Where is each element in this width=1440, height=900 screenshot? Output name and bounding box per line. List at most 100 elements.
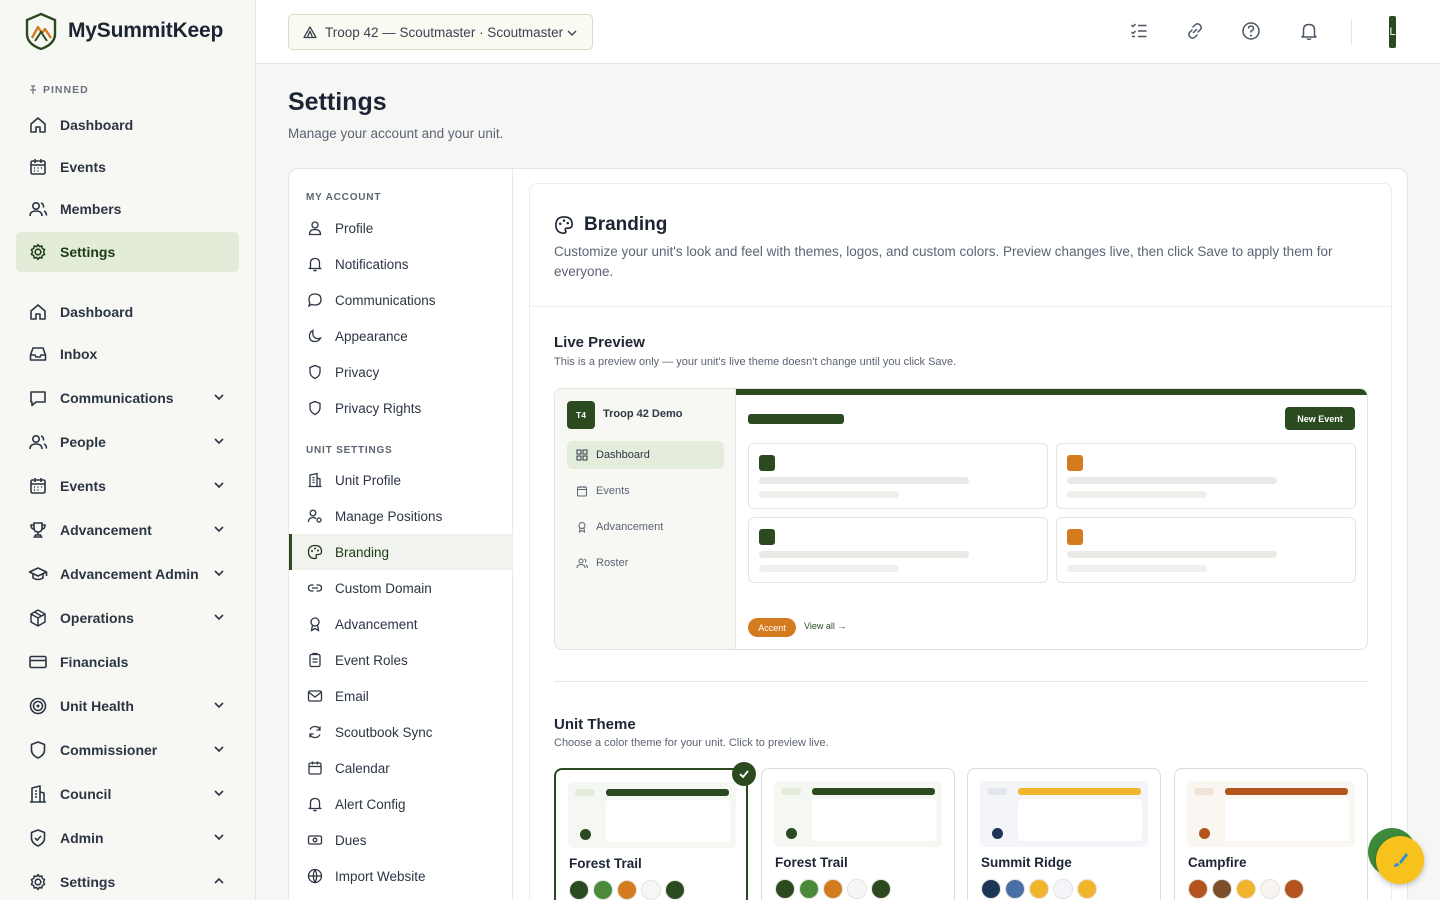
theme-swatch: [569, 880, 589, 900]
chevron-up-icon[interactable]: [213, 875, 225, 887]
nav-council[interactable]: Council: [16, 774, 239, 814]
pinned-nav-dashboard[interactable]: Dashboard: [16, 105, 239, 145]
settings-nav-advancement[interactable]: Advancement: [289, 606, 513, 642]
theme-swatch: [871, 879, 891, 899]
settings-card: MY ACCOUNT Profile Notifications Communi…: [288, 168, 1408, 900]
settings-nav-notifications[interactable]: Notifications: [289, 246, 513, 282]
settings-nav-unit-profile[interactable]: Unit Profile: [289, 462, 513, 498]
pinned-nav-settings[interactable]: Settings: [16, 232, 239, 272]
theme-brush-fab[interactable]: [1376, 836, 1424, 884]
chevron-down-icon: [567, 30, 577, 36]
theme-card[interactable]: Campfire: [1174, 768, 1368, 900]
theme-swatch: [799, 879, 819, 899]
unit-selector[interactable]: Troop 42 — Scoutmaster · Scoutmaster: [288, 14, 593, 50]
home-icon: [30, 304, 46, 320]
nav-advancement[interactable]: Advancement: [16, 510, 239, 550]
calendar-icon: [308, 761, 322, 775]
settings-nav-communications[interactable]: Communications: [289, 282, 513, 318]
nav-settings[interactable]: Settings: [16, 862, 239, 900]
nav-dashboard[interactable]: Dashboard: [16, 292, 239, 332]
nav-events[interactable]: Events: [16, 466, 239, 506]
preview-card-square: [1067, 529, 1083, 545]
nav-unit-health[interactable]: Unit Health: [16, 686, 239, 726]
theme-card[interactable]: Forest Trail: [761, 768, 955, 900]
unit-theme-subtitle: Choose a color theme for your unit. Clic…: [554, 737, 829, 749]
chevron-down-icon[interactable]: [213, 479, 225, 491]
theme-card[interactable]: Summit Ridge: [967, 768, 1161, 900]
theme-card[interactable]: Forest Trail: [554, 762, 756, 900]
chevron-down-icon[interactable]: [213, 523, 225, 535]
my-account-group-label: MY ACCOUNT: [306, 192, 382, 203]
nav-admin[interactable]: Admin: [16, 818, 239, 858]
nav-people[interactable]: People: [16, 422, 239, 462]
branding-panel: Branding Customize your unit's look and …: [529, 183, 1392, 900]
mail-icon: [307, 690, 323, 702]
nav-inbox[interactable]: Inbox: [16, 334, 239, 374]
theme-thumb-pill: [781, 788, 801, 795]
selected-check-icon: [732, 762, 756, 786]
settings-nav-import-website[interactable]: Import Website: [289, 858, 513, 894]
nav-advancement-admin[interactable]: Advancement Admin: [16, 554, 239, 594]
user-cog-icon: [307, 509, 322, 523]
theme-name: Summit Ridge: [981, 855, 1072, 870]
chevron-down-icon[interactable]: [213, 743, 225, 755]
chevron-down-icon[interactable]: [213, 391, 225, 403]
gear-icon: [30, 873, 46, 891]
settings-nav-dues[interactable]: Dues: [289, 822, 513, 858]
checklist-icon[interactable]: [1129, 21, 1149, 41]
theme-thumb-bar: [606, 789, 729, 796]
nav-financials[interactable]: Financials: [16, 642, 239, 682]
settings-nav-privacy-rights[interactable]: Privacy Rights: [289, 390, 513, 426]
settings-nav-privacy[interactable]: Privacy: [289, 354, 513, 390]
chevron-down-icon[interactable]: [213, 567, 225, 579]
chevron-down-icon[interactable]: [213, 699, 225, 711]
shield-icon: [309, 400, 321, 416]
settings-nav-calendar[interactable]: Calendar: [289, 750, 513, 786]
link-icon[interactable]: [1185, 21, 1205, 41]
page-subtitle: Manage your account and your unit.: [288, 126, 504, 141]
branding-title: Branding: [584, 214, 668, 235]
chat-bubble-icon: [307, 293, 322, 308]
settings-nav-branding[interactable]: Branding: [289, 534, 513, 570]
users-icon: [29, 434, 48, 450]
settings-nav-profile[interactable]: Profile: [289, 210, 513, 246]
settings-nav-alert-config[interactable]: Alert Config: [289, 786, 513, 822]
app-logo[interactable]: MySummitKeep: [24, 12, 223, 50]
bell-icon: [307, 257, 323, 272]
graduation-cap-icon: [28, 567, 48, 581]
preview-view-all-link: View all →: [804, 621, 847, 631]
pinned-nav-members[interactable]: Members: [16, 189, 239, 229]
bell-icon[interactable]: [1299, 21, 1319, 41]
section-divider: [554, 681, 1368, 682]
theme-swatch: [1284, 879, 1304, 899]
nav-communications[interactable]: Communications: [16, 378, 239, 418]
unit-selector-label: Troop 42 — Scoutmaster · Scoutmaster: [325, 24, 564, 40]
users-icon: [576, 558, 588, 569]
trophy-icon: [30, 522, 46, 538]
grid-icon: [576, 449, 588, 461]
chevron-down-icon[interactable]: [213, 435, 225, 447]
settings-nav-manage-positions[interactable]: Manage Positions: [289, 498, 513, 534]
chevron-down-icon[interactable]: [213, 787, 225, 799]
settings-nav-scoutbook-sync[interactable]: Scoutbook Sync: [289, 714, 513, 750]
tent-icon: [303, 26, 317, 39]
theme-swatch: [593, 880, 613, 900]
theme-thumbnail: [774, 781, 942, 847]
chevron-down-icon[interactable]: [213, 831, 225, 843]
live-preview-subtitle: This is a preview only — your unit's liv…: [554, 356, 957, 368]
settings-nav-event-roles[interactable]: Event Roles: [289, 642, 513, 678]
pinned-nav-events[interactable]: Events: [16, 147, 239, 187]
settings-nav-email[interactable]: Email: [289, 678, 513, 714]
theme-thumbnail: [568, 782, 736, 848]
theme-name: Forest Trail: [569, 856, 642, 871]
banknote-icon: [307, 835, 323, 845]
avatar[interactable]: L: [1389, 16, 1396, 48]
settings-nav-appearance[interactable]: Appearance: [289, 318, 513, 354]
nav-operations[interactable]: Operations: [16, 598, 239, 638]
settings-nav-custom-domain[interactable]: Custom Domain: [289, 570, 513, 606]
preview-main: New Event Accent View all →: [736, 389, 1367, 649]
chevron-down-icon[interactable]: [213, 611, 225, 623]
help-icon[interactable]: [1241, 21, 1261, 41]
nav-commissioner[interactable]: Commissioner: [16, 730, 239, 770]
globe-icon: [307, 868, 323, 884]
